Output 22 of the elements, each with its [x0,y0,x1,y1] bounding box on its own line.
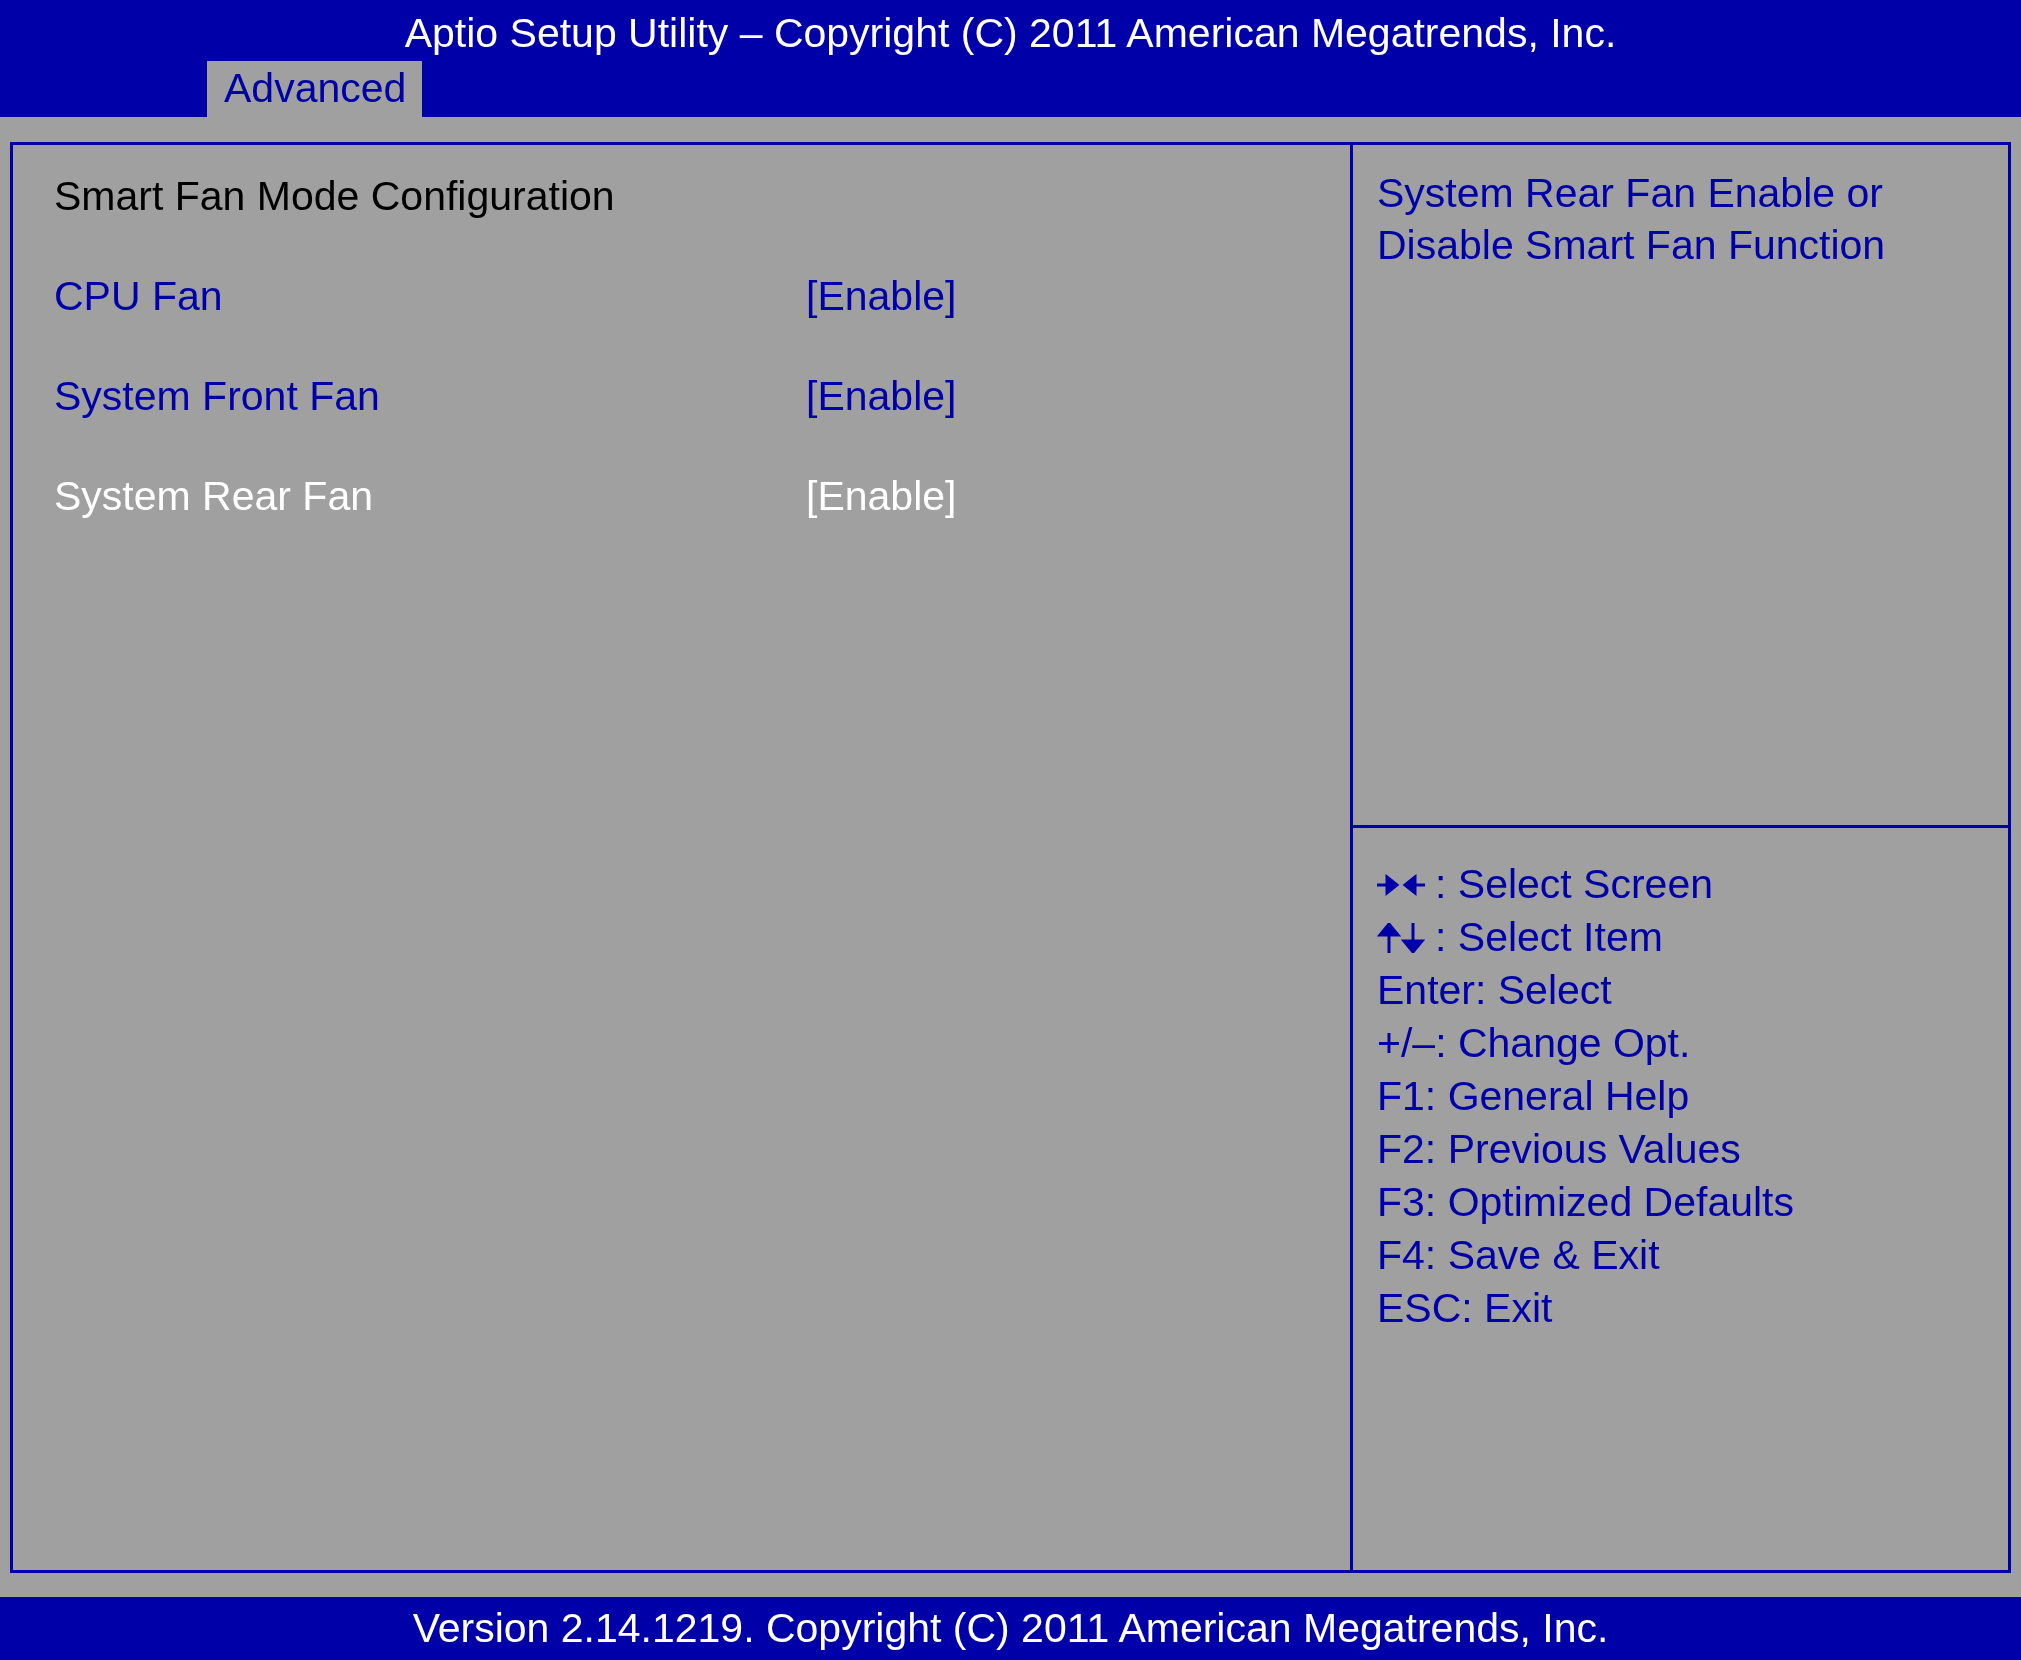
window-title: Aptio Setup Utility – Copyright (C) 2011 American Megatrends, Inc. [403,9,1618,58]
setting-value[interactable]: [Enable] [806,271,957,321]
key-legend-text: : Select Item [1435,913,1663,962]
up-down-arrows-icon [1377,922,1425,953]
help-text: System Rear Fan Enable or Disable Smart Fan Function [1377,169,1887,270]
left-right-arrows-icon [1377,872,1425,897]
version-text: Version 2.14.1219. Copyright (C) 2011 American Megatrends, Inc. [412,1605,1609,1652]
key-legend-text: Enter: Select [1377,966,1612,1015]
key-legend-text: +/–: Change Opt. [1377,1019,1691,1068]
setting-value[interactable]: [Enable] [806,471,957,521]
setting-label[interactable]: System Front Fan [54,371,806,421]
key-legend-text: F3: Optimized Defaults [1377,1178,1794,1227]
key-legend-text: F1: General Help [1377,1072,1690,1121]
section-title: Smart Fan Mode Configuration [54,172,616,221]
key-legend-text: F4: Save & Exit [1377,1231,1660,1280]
key-legend-text: F2: Previous Values [1377,1125,1741,1174]
key-legend-text: : Select Screen [1435,860,1714,909]
setting-label[interactable]: CPU Fan [54,271,806,321]
setting-value[interactable]: [Enable] [806,371,957,421]
key-legend-text: ESC: Exit [1377,1284,1553,1333]
tab[interactable]: Advanced [207,61,423,117]
setting-label[interactable]: System Rear Fan [54,471,806,521]
